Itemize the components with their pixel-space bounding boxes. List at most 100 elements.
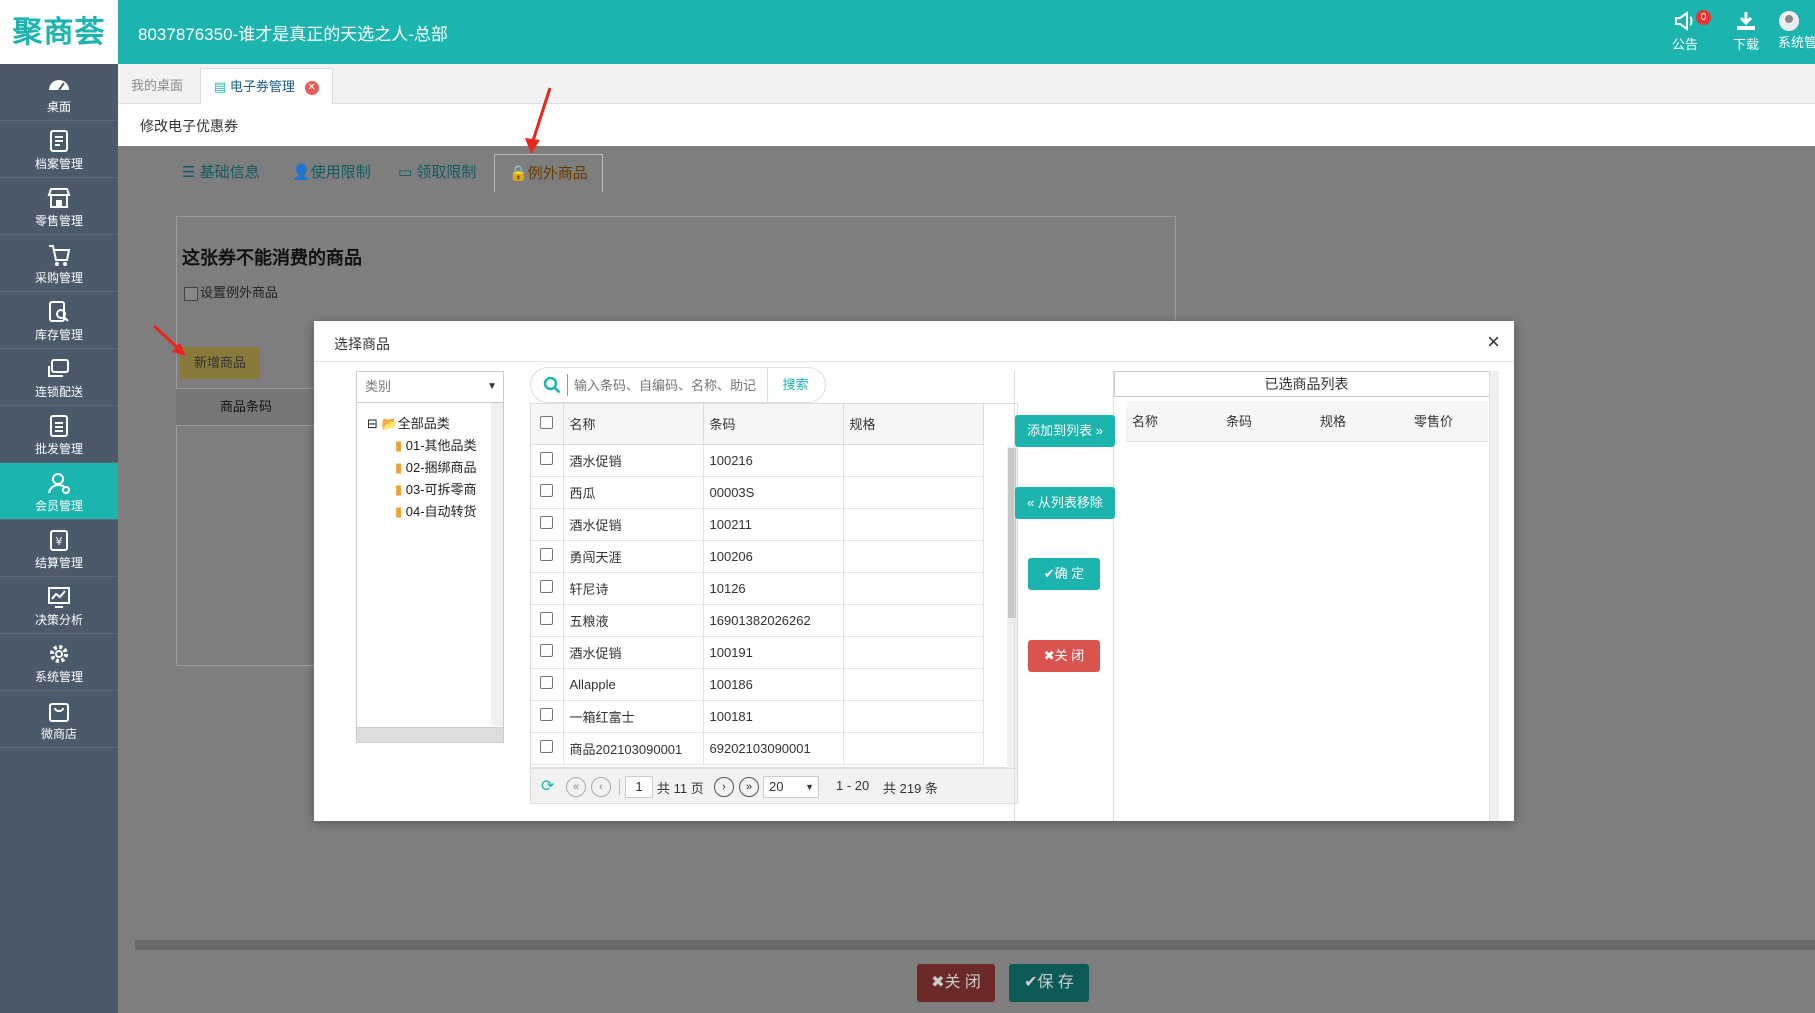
add-to-list-button[interactable]: 添加到列表 »: [1015, 415, 1115, 447]
close-dialog-button[interactable]: ✖关 闭: [1028, 640, 1100, 672]
download-button[interactable]: 下载: [1717, 10, 1775, 53]
tree-node[interactable]: ▮ 03-可拆零商: [395, 479, 477, 501]
table-row[interactable]: 酒水促销 100191: [531, 636, 984, 669]
sidebar-item-retail[interactable]: 零售管理: [0, 178, 118, 235]
sidebar-item-archive[interactable]: 档案管理: [0, 121, 118, 178]
tree-node[interactable]: ▮ 01-其他品类: [395, 435, 477, 457]
confirm-button[interactable]: ✔确 定: [1028, 558, 1100, 590]
tree-node-root[interactable]: ⊟ 📂全部品类: [367, 413, 450, 435]
row-checkbox[interactable]: [540, 484, 554, 497]
row-checkbox[interactable]: [540, 612, 554, 625]
sidebar-item-inventory[interactable]: 库存管理: [0, 292, 118, 349]
row-select-cell[interactable]: [531, 700, 564, 733]
row-select-cell[interactable]: [531, 476, 564, 509]
page-number-input[interactable]: 1: [625, 776, 653, 798]
row-checkbox[interactable]: [540, 548, 554, 561]
table-row[interactable]: Allapple 100186: [531, 668, 984, 701]
search-button[interactable]: 搜索: [767, 368, 823, 402]
tab-claim-limit[interactable]: ▭ 领取限制: [398, 154, 476, 192]
tree-node[interactable]: ▮ 02-捆绑商品: [395, 457, 477, 479]
table-row[interactable]: 轩尼诗 10126: [531, 572, 984, 605]
tab-my-desktop[interactable]: 我的桌面: [118, 68, 196, 104]
tab-usage-limit[interactable]: 👤使用限制: [292, 154, 371, 192]
cell-spec: [843, 732, 984, 765]
system-user-button[interactable]: 系统管: [1778, 10, 1815, 51]
sidebar-item-label: 采购管理: [34, 271, 83, 285]
table-row[interactable]: 酒水促销 100211: [531, 508, 984, 541]
table-row[interactable]: 一箱红富士 100181: [531, 700, 984, 733]
last-page-icon[interactable]: »: [739, 777, 759, 797]
column-header-name[interactable]: 名称: [1126, 401, 1220, 442]
sidebar-item-settlement[interactable]: ¥ 结算管理: [0, 520, 118, 577]
column-header-spec[interactable]: 规格: [843, 404, 984, 445]
wholesale-icon: [50, 415, 68, 437]
logo[interactable]: 聚商荟: [0, 0, 118, 64]
tab-coupon-management[interactable]: ▤ 电子券管理 ✕: [200, 68, 333, 104]
checkbox[interactable]: [184, 286, 198, 301]
column-header-spec[interactable]: 规格: [1314, 401, 1408, 442]
column-header-name[interactable]: 名称: [563, 404, 704, 445]
refresh-icon[interactable]: ⟳: [541, 776, 554, 796]
row-select-cell[interactable]: [531, 604, 564, 637]
sidebar-item-wholesale[interactable]: 批发管理: [0, 406, 118, 463]
row-select-cell[interactable]: [531, 444, 564, 477]
tree-horizontal-scrollbar[interactable]: [356, 727, 504, 743]
announcement-button[interactable]: 0 公告: [1656, 10, 1714, 53]
button-label: 保 存: [1037, 974, 1074, 991]
tab-basic-info[interactable]: ☰ 基础信息: [182, 154, 260, 192]
row-checkbox[interactable]: [540, 644, 554, 657]
sidebar-item-member[interactable]: 会员管理: [0, 463, 118, 520]
sidebar-item-analysis[interactable]: 决策分析: [0, 577, 118, 634]
row-select-cell[interactable]: [531, 508, 564, 541]
first-page-icon[interactable]: «: [566, 777, 586, 797]
sidebar-item-delivery[interactable]: 连锁配送: [0, 349, 118, 406]
table-row[interactable]: 西瓜 00003S: [531, 476, 984, 509]
row-select-cell[interactable]: [531, 732, 564, 765]
select-all-checkbox[interactable]: [540, 415, 554, 429]
row-select-cell[interactable]: [531, 668, 564, 701]
row-checkbox[interactable]: [540, 580, 554, 593]
row-checkbox[interactable]: [540, 452, 554, 465]
close-icon[interactable]: ×: [1487, 329, 1500, 355]
tab-excluded-products[interactable]: 🔒例外商品: [494, 154, 603, 192]
table-row[interactable]: 五粮液 16901382026262: [531, 604, 984, 637]
row-select-cell[interactable]: [531, 636, 564, 669]
sidebar-item-microshop[interactable]: 微商店: [0, 691, 118, 748]
search-input[interactable]: [567, 374, 763, 396]
sidebar-item-system[interactable]: 系统管理: [0, 634, 118, 691]
close-page-button[interactable]: ✖关 闭: [917, 964, 995, 1002]
tab-label: 例外商品: [527, 165, 588, 182]
close-tab-icon[interactable]: ✕: [304, 80, 319, 95]
table-row[interactable]: 商品202103090001 69202103090001: [531, 732, 984, 765]
row-select-cell[interactable]: [531, 540, 564, 573]
category-select[interactable]: 类别 ▼: [356, 371, 504, 403]
tree-vertical-scrollbar[interactable]: [491, 403, 503, 726]
column-header-code[interactable]: 条码: [703, 404, 844, 445]
table-row[interactable]: 酒水促销 100216: [531, 444, 984, 477]
next-page-icon[interactable]: ›: [714, 777, 734, 797]
button-label: 关 闭: [1054, 648, 1085, 663]
select-all-header[interactable]: [531, 404, 564, 445]
sidebar-item-purchase[interactable]: 采购管理: [0, 235, 118, 292]
remove-from-list-button[interactable]: « 从列表移除: [1015, 487, 1115, 519]
horizontal-scrollbar[interactable]: [135, 940, 1815, 950]
row-select-cell[interactable]: [531, 572, 564, 605]
column-header-retail-price[interactable]: 零售价: [1408, 401, 1488, 442]
annotation-arrow-tab: [525, 87, 552, 154]
row-checkbox[interactable]: [540, 676, 554, 689]
selected-list-scrollbar[interactable]: [1489, 371, 1499, 821]
gear-icon: [50, 645, 68, 663]
row-checkbox[interactable]: [540, 516, 554, 529]
add-product-button[interactable]: 新增商品: [180, 347, 260, 379]
row-checkbox[interactable]: [540, 708, 554, 721]
save-button[interactable]: ✔保 存: [1009, 964, 1089, 1002]
column-header-code[interactable]: 条码: [1220, 401, 1314, 442]
sidebar-item-desktop[interactable]: 桌面: [0, 64, 118, 121]
page-size-select[interactable]: 20 ▼: [763, 776, 819, 798]
table-row[interactable]: 勇闯天涯 100206: [531, 540, 984, 573]
prev-page-icon[interactable]: ‹: [591, 777, 611, 797]
row-checkbox[interactable]: [540, 740, 554, 753]
tree-node[interactable]: ▮ 04-自动转货: [395, 501, 477, 523]
set-excluded-checkbox[interactable]: 设置例外商品: [184, 282, 278, 301]
collapse-icon[interactable]: ⊟: [367, 416, 382, 431]
